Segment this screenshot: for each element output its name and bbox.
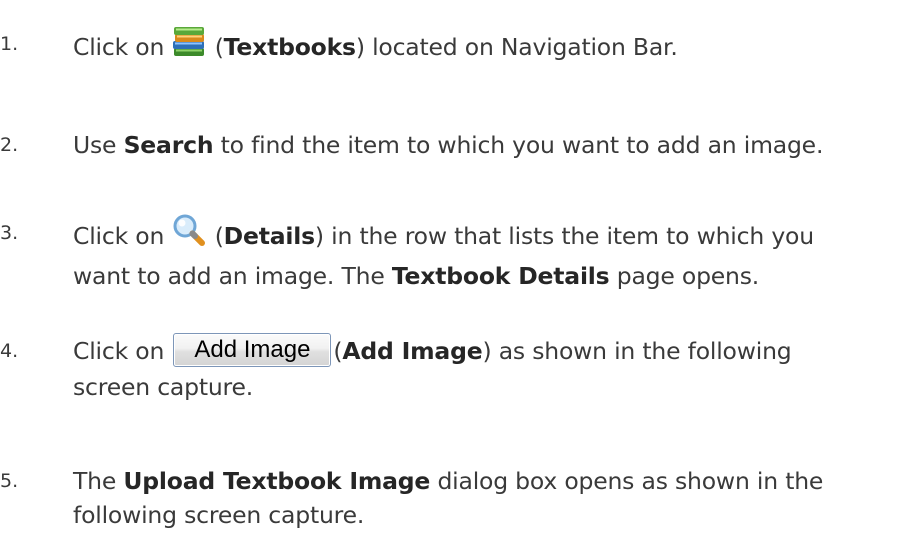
step-text-before: Use bbox=[73, 131, 124, 159]
step-text-after: dialog box opens as shown in the bbox=[430, 467, 824, 495]
step-text: The Upload Textbook Image dialog box ope… bbox=[73, 464, 909, 532]
step-text-line2-after: page opens. bbox=[609, 262, 760, 290]
add-image-label: Add Image bbox=[342, 337, 483, 365]
textbooks-label: Textbooks bbox=[223, 33, 356, 61]
step-text: Click on (Details) in the row that lists… bbox=[73, 213, 909, 293]
step-text-after: as shown in the following bbox=[491, 337, 792, 365]
step-text-before: Click on bbox=[73, 337, 165, 365]
step-text-after: to find the item to which you want to ad… bbox=[213, 131, 824, 159]
step-text-before: Click on bbox=[73, 222, 165, 250]
step-text: Use Search to find the item to which you… bbox=[73, 128, 909, 162]
step-text: Click on Add Image (Add Image) as shown i… bbox=[73, 332, 909, 404]
step-text-before: Click on bbox=[73, 33, 165, 61]
details-magnifier-icon bbox=[171, 213, 207, 256]
step-number: 4. bbox=[0, 340, 19, 362]
step-text-line2-before: want to add an image. The bbox=[73, 262, 392, 290]
step-text: Click on (Textbooks) located on Navigati… bbox=[73, 27, 909, 70]
add-image-button[interactable]: Add Image bbox=[173, 332, 332, 367]
upload-textbook-image-label: Upload Textbook Image bbox=[123, 467, 431, 495]
step-number: 2. bbox=[0, 134, 19, 156]
step-text-line-1: Click on (Details) in the row that lists… bbox=[73, 213, 909, 259]
step-text-after: located on Navigation Bar. bbox=[364, 33, 678, 61]
step-number: 3. bbox=[0, 222, 19, 244]
step-number: 5. bbox=[0, 470, 19, 492]
paren-open: ( bbox=[214, 33, 224, 61]
textbooks-icon bbox=[171, 24, 207, 67]
step-text-line-2: want to add an image. The Textbook Detai… bbox=[73, 259, 909, 293]
step-text-after: in the row that lists the item to which … bbox=[323, 222, 814, 250]
step-text-before: The bbox=[73, 467, 124, 495]
step-text-line-2: screen capture. bbox=[73, 372, 254, 401]
details-label: Details bbox=[223, 222, 315, 250]
step-number: 1. bbox=[0, 33, 19, 55]
paren-close: ) bbox=[314, 222, 324, 250]
step-text-line-1: Click on Add Image (Add Image) as shown i… bbox=[73, 332, 909, 370]
step-text-line-2: following screen capture. bbox=[73, 501, 365, 529]
paren-close: ) bbox=[355, 33, 365, 61]
paren-open: ( bbox=[214, 222, 224, 250]
textbook-details-label: Textbook Details bbox=[391, 262, 610, 290]
search-label: Search bbox=[123, 131, 214, 159]
step-text-line-1: The Upload Textbook Image dialog box ope… bbox=[73, 464, 909, 498]
